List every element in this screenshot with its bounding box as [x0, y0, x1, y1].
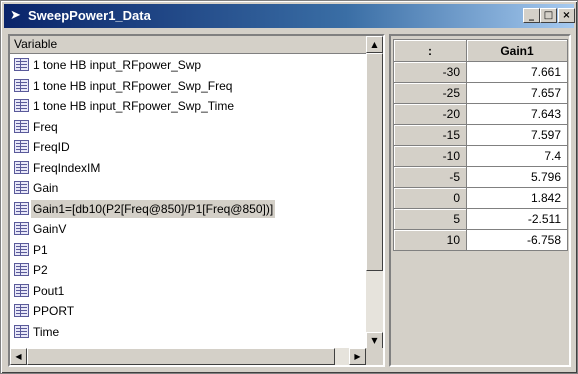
gain1-value-cell[interactable]: -6.758 [466, 229, 568, 251]
list-item[interactable]: P2 [10, 260, 366, 281]
row-index-cell[interactable]: 0 [393, 187, 467, 209]
variable-list: 1 tone HB input_RFpower_Swp 1 tone HB inp… [10, 55, 366, 349]
list-item[interactable]: FreqID [10, 137, 366, 158]
gain1-value-cell[interactable]: 5.796 [466, 166, 568, 188]
list-item-label: FreqID [33, 140, 70, 154]
list-item[interactable]: Freq [10, 117, 366, 138]
list-item-label: Gain1=[db10(P2[Freq@850]/P1[Freq@850])] [31, 199, 276, 218]
row-index-cell[interactable]: -5 [393, 166, 467, 188]
list-item[interactable]: Gain1=[db10(P2[Freq@850]/P1[Freq@850])] [10, 199, 366, 220]
list-item-label: Time [33, 324, 60, 339]
maximize-button[interactable]: □ [540, 8, 557, 23]
list-item-label: P1 [33, 242, 48, 257]
table-row: -10 7.4 [393, 145, 568, 167]
scroll-right-button[interactable]: ▶ [349, 348, 366, 365]
scroll-down-button[interactable]: ▼ [366, 332, 383, 349]
table-icon [14, 263, 29, 276]
list-item[interactable]: GainV [10, 219, 366, 240]
table-icon [14, 58, 29, 71]
window-title: SweepPower1_Data [28, 8, 151, 23]
list-item[interactable]: Time [10, 322, 366, 343]
table-icon [14, 242, 29, 256]
row-index-cell[interactable]: -25 [393, 82, 467, 104]
vertical-scroll-thumb[interactable] [366, 53, 383, 271]
gain1-value-cell[interactable]: 7.597 [466, 124, 568, 146]
list-item-label: 1 tone HB input_RFpower_Swp_Time [33, 99, 234, 113]
list-item-label: Gain [33, 181, 59, 195]
list-item-label: FreqIndexIM [33, 160, 101, 175]
list-item-label: Pout1 [33, 283, 65, 298]
gain1-column-header[interactable]: Gain1 [466, 39, 568, 62]
table-row: -20 7.643 [393, 103, 568, 125]
list-item[interactable]: 1 tone HB input_RFpower_Swp_Time [10, 96, 366, 117]
row-index-cell[interactable]: -15 [393, 124, 467, 146]
table-icon [14, 222, 29, 235]
list-item[interactable]: P1 [10, 240, 366, 261]
data-table-pane: : Gain1 -30 7.661 -25 7.657 -20 7.643 -15 7.597… [389, 34, 571, 367]
minimize-button[interactable]: _ [523, 8, 540, 23]
list-item[interactable]: Gain [10, 178, 366, 199]
table-icon [14, 99, 29, 112]
scroll-up-button[interactable]: ▲ [366, 36, 383, 53]
gain1-value-cell[interactable]: 7.657 [466, 82, 568, 104]
data-table: : Gain1 -30 7.661 -25 7.657 -20 7.643 -15 7.597… [393, 39, 568, 251]
row-index-cell[interactable]: -10 [393, 145, 467, 167]
list-item[interactable]: Pout1 [10, 281, 366, 302]
horizontal-scrollbar[interactable]: ◀ ▶ [10, 348, 366, 365]
gain1-value-cell[interactable]: 7.661 [466, 61, 568, 83]
list-item[interactable]: FreqIndexIM [10, 158, 366, 179]
horizontal-scroll-thumb[interactable] [27, 348, 335, 365]
table-icon [14, 160, 29, 174]
row-index-cell[interactable]: 5 [393, 208, 467, 230]
table-icon [14, 304, 29, 317]
table-icon [14, 283, 29, 297]
list-item[interactable]: PPORT [10, 301, 366, 322]
table-header-row: : Gain1 [393, 39, 568, 62]
table-icon [14, 140, 29, 153]
list-item-label: 1 tone HB input_RFpower_Swp [33, 58, 202, 72]
table-row: 10 -6.758 [393, 229, 568, 251]
scroll-corner [366, 348, 383, 365]
table-icon [14, 201, 29, 215]
title-bar[interactable]: ➤ SweepPower1_Data _ □ × [4, 4, 575, 28]
table-icon [14, 181, 29, 194]
table-icon [14, 119, 29, 133]
row-index-cell[interactable]: 10 [393, 229, 467, 251]
index-column-header[interactable]: : [393, 39, 467, 62]
gain1-value-cell[interactable]: 7.643 [466, 103, 568, 125]
arrow-icon: ➤ [10, 8, 21, 23]
table-row: 5 -2.511 [393, 208, 568, 230]
list-item-label: Freq [33, 119, 58, 134]
variable-list-pane: Variable 1 tone HB input_RFpower_Swp 1 to… [8, 34, 385, 367]
list-item-label: P2 [33, 263, 48, 277]
data-window: ➤ SweepPower1_Data _ □ × Variable 1 tone… [0, 0, 578, 374]
scroll-left-button[interactable]: ◀ [10, 348, 27, 365]
list-item-label: 1 tone HB input_RFpower_Swp_Freq [33, 78, 233, 93]
list-item-label: PPORT [33, 304, 75, 318]
row-index-cell[interactable]: -30 [393, 61, 467, 83]
list-item-label: GainV [33, 222, 67, 236]
table-row: 0 1.842 [393, 187, 568, 209]
list-item[interactable]: 1 tone HB input_RFpower_Swp [10, 55, 366, 76]
gain1-value-cell[interactable]: -2.511 [466, 208, 568, 230]
gain1-value-cell[interactable]: 1.842 [466, 187, 568, 209]
table-row: -30 7.661 [393, 61, 568, 83]
table-icon [14, 324, 29, 338]
table-icon [14, 78, 29, 92]
vertical-scrollbar[interactable]: ▲ ▼ [366, 36, 383, 349]
list-item[interactable]: 1 tone HB input_RFpower_Swp_Freq [10, 76, 366, 97]
table-row: -25 7.657 [393, 82, 568, 104]
row-index-cell[interactable]: -20 [393, 103, 467, 125]
table-row: -15 7.597 [393, 124, 568, 146]
close-button[interactable]: × [558, 8, 575, 23]
gain1-value-cell[interactable]: 7.4 [466, 145, 568, 167]
table-row: -5 5.796 [393, 166, 568, 188]
variable-column-header[interactable]: Variable [10, 36, 366, 54]
